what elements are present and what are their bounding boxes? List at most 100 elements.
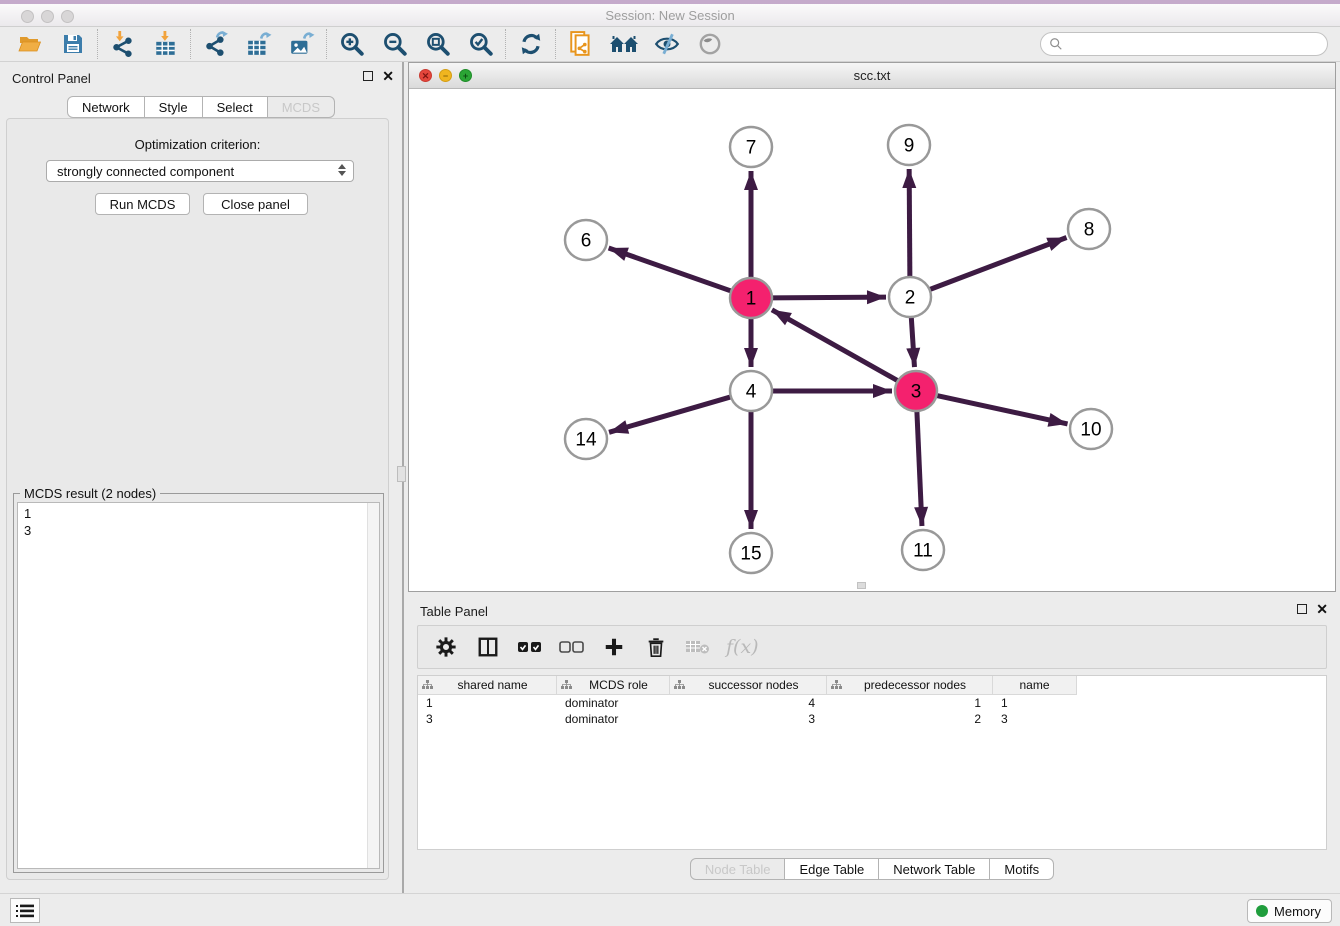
table-cell[interactable]: dominator bbox=[557, 711, 670, 727]
criterion-dropdown[interactable]: strongly connected component bbox=[46, 160, 354, 182]
open-session-button[interactable] bbox=[8, 28, 51, 60]
close-panel-button[interactable]: Close panel bbox=[203, 193, 308, 215]
table-row[interactable]: 1dominator411 bbox=[418, 695, 1326, 711]
graph-node-label: 9 bbox=[904, 136, 915, 157]
zoom-selected-icon bbox=[468, 31, 494, 57]
column-header-shared-name[interactable]: shared name bbox=[418, 676, 557, 695]
close-table-panel-icon[interactable]: ✕ bbox=[1316, 603, 1328, 615]
clone-network-button[interactable] bbox=[559, 28, 602, 60]
vertical-splitter-handle[interactable] bbox=[397, 466, 406, 482]
plus-icon bbox=[603, 636, 625, 658]
column-header-label: shared name bbox=[433, 678, 552, 692]
run-mcds-button[interactable]: Run MCDS bbox=[95, 193, 190, 215]
delete-table-icon bbox=[685, 637, 711, 657]
graph-edge-2-9[interactable] bbox=[909, 169, 910, 278]
table-cell[interactable]: 1 bbox=[827, 695, 993, 711]
column-header-successor-nodes[interactable]: successor nodes bbox=[670, 676, 827, 695]
hierarchy-icon bbox=[831, 680, 842, 690]
graph-edge-3-10[interactable] bbox=[935, 395, 1068, 424]
import-table-button[interactable] bbox=[144, 28, 187, 60]
table-cell[interactable]: 1 bbox=[418, 695, 557, 711]
tab-select[interactable]: Select bbox=[203, 96, 268, 118]
graph-node-11[interactable]: 11 bbox=[902, 530, 944, 570]
delete-column-button[interactable] bbox=[642, 633, 670, 661]
zoom-fit-button[interactable] bbox=[416, 28, 459, 60]
graph-node-15[interactable]: 15 bbox=[730, 533, 772, 573]
canvas-splitter-grip[interactable] bbox=[857, 582, 866, 589]
table-cell[interactable]: 3 bbox=[670, 711, 827, 727]
graph-edge-1-2[interactable] bbox=[770, 297, 886, 298]
table-cell[interactable]: 2 bbox=[827, 711, 993, 727]
memory-status-icon bbox=[1256, 905, 1268, 917]
table-cell[interactable]: 3 bbox=[418, 711, 557, 727]
tab-network[interactable]: Network bbox=[67, 96, 145, 118]
graph-node-10[interactable]: 10 bbox=[1070, 409, 1112, 449]
graph-node-9[interactable]: 9 bbox=[888, 125, 930, 165]
graph-edge-4-14[interactable] bbox=[609, 396, 733, 432]
graph-edge-3-1[interactable] bbox=[772, 310, 900, 382]
toolbar-separator bbox=[326, 29, 327, 59]
select-all-columns-button[interactable] bbox=[516, 633, 544, 661]
float-table-panel-icon[interactable] bbox=[1297, 604, 1307, 614]
graph-edge-1-6[interactable] bbox=[609, 248, 733, 292]
create-column-button[interactable] bbox=[600, 633, 628, 661]
graph-node-3[interactable]: 3 bbox=[895, 371, 937, 411]
table-cell[interactable]: dominator bbox=[557, 695, 670, 711]
home-view-button[interactable] bbox=[602, 28, 645, 60]
table-cell[interactable]: 4 bbox=[670, 695, 827, 711]
table-tab-motifs[interactable]: Motifs bbox=[990, 858, 1054, 880]
show-graphics-button[interactable] bbox=[688, 28, 731, 60]
table-tab-edge-table[interactable]: Edge Table bbox=[785, 858, 879, 880]
table-tab-network-table[interactable]: Network Table bbox=[879, 858, 990, 880]
export-network-button[interactable] bbox=[194, 28, 237, 60]
float-panel-icon[interactable] bbox=[363, 71, 373, 81]
graph-edge-2-3[interactable] bbox=[911, 316, 914, 367]
graph-node-7[interactable]: 7 bbox=[730, 127, 772, 167]
graph-node-label: 15 bbox=[740, 544, 761, 565]
refresh-view-button[interactable] bbox=[509, 28, 552, 60]
memory-button[interactable]: Memory bbox=[1247, 899, 1332, 923]
mcds-result-line: 3 bbox=[24, 522, 373, 539]
graph-edge-2-8[interactable] bbox=[928, 238, 1067, 291]
graph-node-label: 14 bbox=[575, 430, 597, 451]
tab-style[interactable]: Style bbox=[145, 96, 203, 118]
column-header-predecessor-nodes[interactable]: predecessor nodes bbox=[827, 676, 993, 695]
result-scrollbar[interactable] bbox=[367, 503, 379, 868]
table-row[interactable]: 3dominator323 bbox=[418, 711, 1326, 727]
network-window-titlebar[interactable]: ✕ − + scc.txt bbox=[409, 63, 1335, 89]
search-input[interactable] bbox=[1063, 37, 1327, 52]
table-cell[interactable]: 3 bbox=[993, 711, 1077, 727]
mcds-result-box[interactable]: 13 bbox=[17, 502, 380, 869]
zoom-out-button[interactable] bbox=[373, 28, 416, 60]
table-cell[interactable]: 1 bbox=[993, 695, 1077, 711]
close-panel-icon[interactable]: ✕ bbox=[382, 70, 394, 82]
show-column-panel-button[interactable] bbox=[474, 633, 502, 661]
table-tab-node-table[interactable]: Node Table bbox=[690, 858, 786, 880]
task-history-button[interactable] bbox=[10, 898, 40, 923]
export-image-button[interactable] bbox=[280, 28, 323, 60]
table-settings-button[interactable] bbox=[432, 633, 460, 661]
graph-node-2[interactable]: 2 bbox=[889, 277, 931, 317]
zoom-in-button[interactable] bbox=[330, 28, 373, 60]
columns-icon bbox=[477, 636, 499, 658]
memory-label: Memory bbox=[1274, 904, 1321, 919]
column-header-mcds-role[interactable]: MCDS role bbox=[557, 676, 670, 695]
network-canvas[interactable]: 7 9 6 8 1 2 4 3 14 10 15 11 bbox=[409, 89, 1335, 591]
graph-node-6[interactable]: 6 bbox=[565, 220, 607, 260]
graph-node-14[interactable]: 14 bbox=[565, 419, 607, 459]
save-session-button[interactable] bbox=[51, 28, 94, 60]
unselect-all-columns-button[interactable] bbox=[558, 633, 586, 661]
import-network-button[interactable] bbox=[101, 28, 144, 60]
graph-edge-3-11[interactable] bbox=[917, 410, 922, 526]
hierarchy-icon bbox=[422, 680, 433, 690]
zoom-selected-button[interactable] bbox=[459, 28, 502, 60]
graph-node-8[interactable]: 8 bbox=[1068, 209, 1110, 249]
column-header-name[interactable]: name bbox=[993, 676, 1077, 695]
tab-mcds[interactable]: MCDS bbox=[268, 96, 335, 118]
graph-node-1[interactable]: 1 bbox=[730, 278, 772, 318]
export-table-button[interactable] bbox=[237, 28, 280, 60]
export-table-icon bbox=[246, 31, 272, 57]
eye-disabled-icon bbox=[697, 31, 723, 57]
hide-graphics-button[interactable] bbox=[645, 28, 688, 60]
graph-node-4[interactable]: 4 bbox=[730, 371, 772, 411]
